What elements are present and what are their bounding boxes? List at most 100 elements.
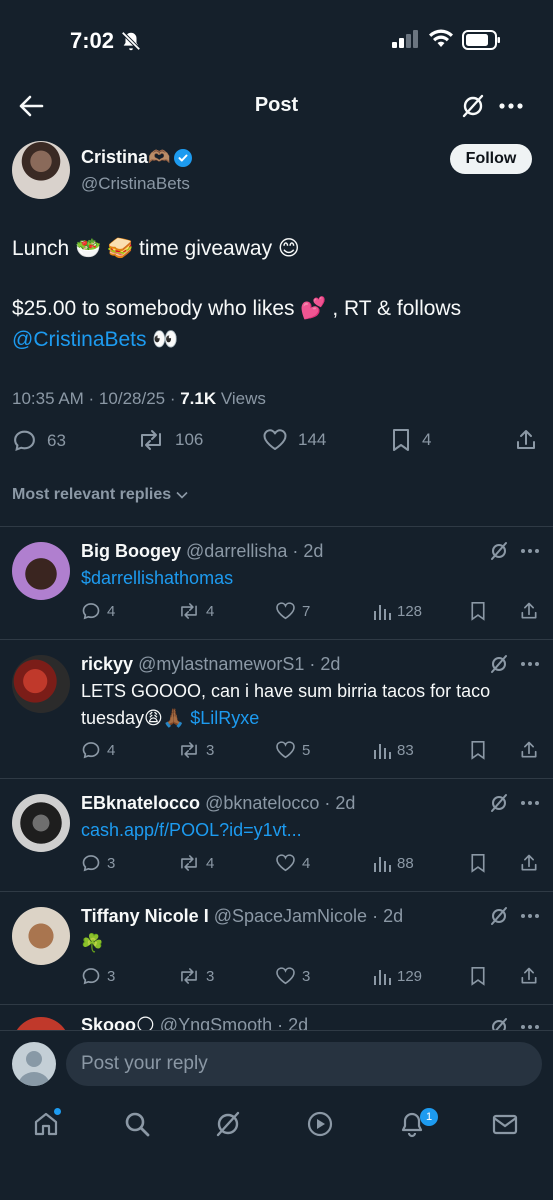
reply-views-action[interactable]: 129 [373, 966, 422, 986]
author-handle[interactable]: @CristinaBets [81, 174, 190, 194]
reply-author-handle[interactable]: @mylastnameworS1 [138, 654, 304, 674]
tweet-meta: 10:35 AM · 10/28/25 · 7.1K Views [12, 389, 266, 409]
reply-link[interactable]: cash.app/f/POOL?id=y1vt... [81, 820, 302, 840]
bookmark-action[interactable]: 4 [390, 428, 431, 452]
reply-like-action[interactable]: 4 [275, 853, 310, 873]
share-icon[interactable] [519, 740, 539, 760]
reply-text: ☘️ [81, 933, 104, 953]
reply-reply-action[interactable]: 3 [81, 853, 115, 873]
share-icon[interactable] [519, 966, 539, 986]
grok-icon[interactable] [489, 906, 509, 926]
reply-avatar[interactable] [12, 542, 70, 600]
reply-age: 2d [383, 906, 404, 926]
reply-item[interactable]: Skooo🌕 @YngSmooth · 2d [0, 1005, 553, 1030]
reply-age: 2d [288, 1015, 309, 1030]
bottom-tab-bar: 1 [0, 1100, 553, 1200]
like-action[interactable]: 144 [262, 428, 326, 452]
reply-avatar[interactable] [12, 655, 70, 713]
reply-author-handle[interactable]: @darrellisha [186, 541, 287, 561]
reply-header: Skooo🌕 @YngSmooth · 2d [81, 1015, 308, 1030]
reply-like-action[interactable]: 5 [275, 740, 310, 760]
share-icon[interactable] [519, 853, 539, 873]
author-avatar[interactable] [12, 141, 70, 199]
reply-repost-action[interactable]: 3 [178, 966, 214, 986]
bookmark-icon[interactable] [469, 966, 487, 986]
more-options-icon[interactable] [520, 906, 540, 926]
view-count[interactable]: 7.1K [180, 389, 216, 408]
reply-item[interactable]: Tiffany Nicole I @SpaceJamNicole · 2d ☘️… [0, 892, 553, 1004]
reply-link[interactable]: $darrellishathomas [81, 568, 233, 588]
more-options-icon[interactable] [520, 793, 540, 813]
bookmark-icon [390, 428, 412, 452]
reply-reply-action[interactable]: 4 [81, 740, 115, 760]
video-icon[interactable] [306, 1110, 334, 1138]
wifi-icon [428, 29, 454, 49]
more-options-icon[interactable] [520, 541, 540, 561]
reply-reply-action[interactable]: 3 [81, 966, 115, 986]
reply-author-name[interactable]: Skooo🌕 [81, 1015, 155, 1030]
reply-repost-action[interactable]: 4 [178, 853, 214, 873]
heart-icon [262, 428, 288, 452]
reply-item[interactable]: Big Boogey @darrellisha · 2d $darrellish… [0, 527, 553, 639]
reply-author-name[interactable]: EBknatelocco [81, 793, 200, 813]
post-header: Post [0, 86, 553, 126]
reply-avatar[interactable] [12, 907, 70, 965]
reply-header: rickyy @mylastnameworS1 · 2d [81, 654, 341, 674]
reply-author-handle[interactable]: @bknatelocco [205, 793, 319, 813]
reply-item[interactable]: rickyy @mylastnameworS1 · 2d LETS GOOOO,… [0, 640, 553, 778]
reply-like-action[interactable]: 3 [275, 966, 310, 986]
reply-repost-action[interactable]: 3 [178, 740, 214, 760]
reply-author-handle[interactable]: @YngSmooth [160, 1015, 272, 1030]
reply-avatar[interactable] [12, 794, 70, 852]
reply-views-action[interactable]: 88 [373, 853, 414, 873]
reply-like-action[interactable]: 7 [275, 601, 310, 621]
tweet-text-line-3: @CristinaBets 👀 [12, 328, 179, 352]
more-options-icon[interactable] [520, 654, 540, 674]
reply-author-name[interactable]: rickyy [81, 654, 133, 674]
grok-tab-icon[interactable] [214, 1110, 242, 1138]
my-avatar[interactable] [12, 1042, 56, 1086]
reply-input[interactable]: Post your reply [66, 1042, 542, 1086]
search-icon[interactable] [123, 1110, 151, 1138]
bookmark-icon[interactable] [469, 601, 487, 621]
replies-sort-dropdown[interactable]: Most relevant replies [12, 486, 189, 504]
bookmark-icon[interactable] [469, 740, 487, 760]
reply-views-action[interactable]: 128 [373, 601, 422, 621]
replies-sort-label: Most relevant replies [12, 486, 172, 503]
tweet-actions: 63 106 144 4 [0, 428, 553, 458]
author-name[interactable]: Cristina🫶🏽 [81, 147, 193, 168]
reply-action[interactable]: 63 [12, 428, 66, 453]
messages-icon[interactable] [491, 1110, 519, 1138]
reply-author-handle[interactable]: @SpaceJamNicole [214, 906, 367, 926]
reply-author-name[interactable]: Tiffany Nicole I [81, 906, 209, 926]
follow-button[interactable]: Follow [450, 144, 532, 174]
grok-icon[interactable] [460, 93, 486, 119]
repost-action[interactable]: 106 [137, 428, 203, 452]
reply-author-name[interactable]: Big Boogey [81, 541, 181, 561]
reply-composer: Post your reply [0, 1030, 553, 1100]
chevron-down-icon [175, 488, 189, 502]
more-options-icon[interactable] [498, 94, 524, 118]
reply-link[interactable]: $LilRyxe [190, 708, 259, 728]
reply-repost-action[interactable]: 4 [178, 601, 214, 621]
grok-icon[interactable] [489, 541, 509, 561]
reply-views-action[interactable]: 83 [373, 740, 414, 760]
share-icon [514, 428, 538, 452]
grok-icon[interactable] [489, 793, 509, 813]
share-icon[interactable] [519, 601, 539, 621]
more-options-icon[interactable] [520, 1017, 540, 1030]
reply-avatar[interactable] [12, 1017, 70, 1030]
status-time: 7:02 [70, 28, 115, 53]
reply-reply-action[interactable]: 4 [81, 601, 115, 621]
mention-link[interactable]: @CristinaBets [12, 328, 147, 351]
bookmark-icon[interactable] [469, 853, 487, 873]
grok-icon[interactable] [489, 1017, 509, 1030]
reply-item[interactable]: EBknatelocco @bknatelocco · 2d cash.app/… [0, 779, 553, 891]
grok-icon[interactable] [489, 654, 509, 674]
tweet-timestamp: 10:35 AM · 10/28/25 · [12, 389, 181, 408]
status-bar: 7:02 [0, 0, 553, 80]
author-name-text: Cristina🫶🏽 [81, 147, 171, 167]
reply-age: 2d [303, 541, 324, 561]
reply-age: 2d [335, 793, 356, 813]
share-action[interactable] [514, 428, 538, 452]
